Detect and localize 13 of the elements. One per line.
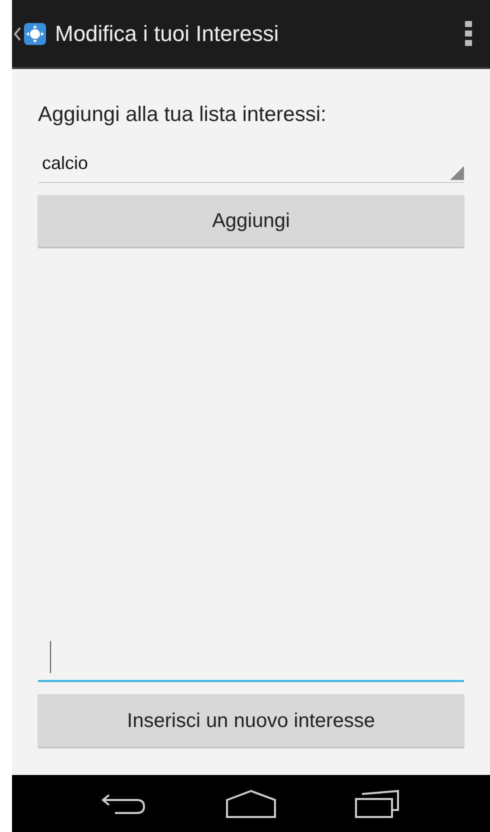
section-label: Aggiungi alla tua lista interessi:: [38, 102, 328, 128]
back-icon[interactable]: [101, 792, 148, 816]
window-title: Modifica i tuoi Interessi: [55, 20, 279, 48]
recent-apps-icon[interactable]: [354, 790, 401, 818]
home-icon[interactable]: [226, 790, 276, 818]
app-icon: [23, 22, 47, 46]
back-chevron-icon: [14, 26, 21, 40]
add-button[interactable]: Aggiungi: [38, 194, 464, 246]
insert-interest-button[interactable]: Inserisci un nuovo interesse: [38, 694, 464, 747]
more-vertical-icon: [465, 21, 472, 46]
interest-spinner[interactable]: calcio: [38, 144, 464, 182]
text-cursor: [50, 641, 51, 673]
dropdown-corner-icon: [450, 166, 464, 180]
